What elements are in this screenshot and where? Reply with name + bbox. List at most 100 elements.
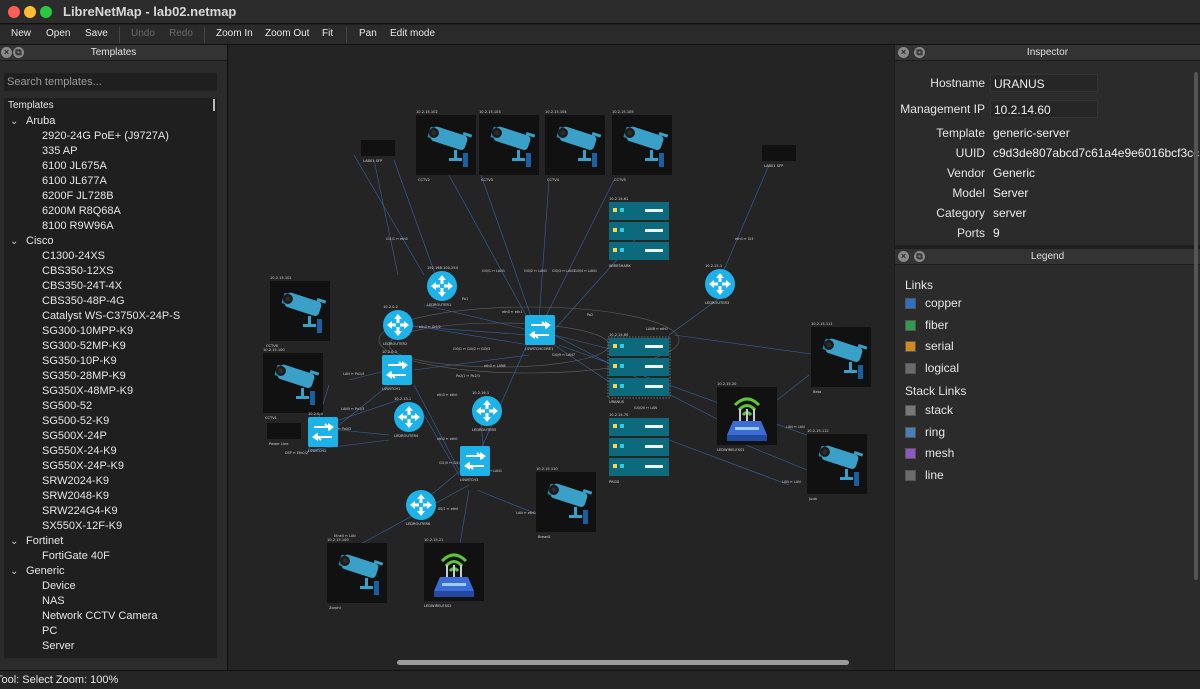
device-switch[interactable]: LSWITCH3: [459, 445, 491, 482]
inspector-field-input[interactable]: 10.2.14.60: [990, 100, 1098, 118]
chevron-down-icon[interactable]: ⌄: [10, 116, 26, 127]
device-router[interactable]: LEDROUTER6: [406, 490, 436, 526]
device-access-point[interactable]: 10.2.15.20 LEDWIRELESS1: [715, 382, 779, 452]
tree-item[interactable]: C1300-24XS: [42, 250, 105, 262]
tree-item[interactable]: 6200F JL728B: [42, 190, 114, 202]
tree-item[interactable]: 6200M R8Q68A: [42, 205, 121, 217]
tree-item[interactable]: 2920-24G PoE+ (J9727A): [42, 130, 169, 142]
tree-item[interactable]: Server: [42, 640, 74, 652]
tree-item[interactable]: 8100 R9W96A: [42, 220, 114, 232]
tree-item[interactable]: Device: [42, 580, 76, 592]
tree-group[interactable]: ⌄ Fortinet: [10, 535, 63, 547]
right-panel-scrollbar[interactable]: [1194, 72, 1198, 580]
undo-button[interactable]: Undo: [131, 28, 155, 39]
legend-label: copper: [925, 296, 962, 310]
svg-text:Gi0/9 ↔ LAN7: Gi0/9 ↔ LAN7: [552, 353, 575, 357]
network-map[interactable]: Gi1/1 ↔ eth0 Gi0/1 ↔ LAN1 Gi0/2 ↔ LAN1 G…: [229, 45, 894, 670]
zoom-in-button[interactable]: Zoom In: [216, 28, 253, 39]
device-router[interactable]: 192.168.100.254 LEDROUTER1: [427, 266, 459, 307]
chevron-down-icon[interactable]: ⌄: [10, 536, 26, 547]
tree-item[interactable]: PC: [42, 625, 57, 637]
window-close-button[interactable]: [8, 6, 20, 18]
search-templates-input[interactable]: [4, 73, 217, 91]
device-router[interactable]: 10.2.13.1 LEDROUTER4: [394, 397, 424, 438]
tree-item[interactable]: CBS350-12XS: [42, 265, 114, 277]
open-button[interactable]: Open: [46, 28, 70, 39]
device-camera[interactable]: 10.2.15.110 Bread1: [536, 467, 596, 539]
window-maximize-button[interactable]: [40, 6, 52, 18]
window-minimize-button[interactable]: [24, 6, 36, 18]
legend-panel: × ⧉ Legend Links copper fiber serial logica…: [895, 249, 1200, 670]
inspector-field-input[interactable]: URANUS: [990, 74, 1098, 92]
tree-item[interactable]: SG500X-24P: [42, 430, 107, 442]
tree-group[interactable]: ⌄ Aruba: [10, 115, 55, 127]
svg-text:Po1: Po1: [462, 297, 468, 301]
device-router[interactable]: 10.2.0.2 LEDROUTER2: [383, 305, 413, 346]
tree-item[interactable]: 6100 JL677A: [42, 175, 107, 187]
device-router[interactable]: 10.2.15.1 LEDROUTER3: [705, 264, 735, 305]
network-map-canvas[interactable]: Gi1/1 ↔ eth0 Gi0/1 ↔ LAN1 Gi0/2 ↔ LAN1 G…: [229, 45, 894, 670]
tree-item[interactable]: CBS350-24T-4X: [42, 280, 122, 292]
device-switch[interactable]: LSWITCHCORE1: [524, 314, 556, 351]
tree-group[interactable]: ⌄ Cisco: [10, 235, 54, 247]
inspector-field-label: Management IP: [900, 102, 985, 116]
svg-text:CCTV2: CCTV2: [418, 178, 430, 182]
tree-item[interactable]: SG500-52: [42, 400, 92, 412]
device-box[interactable]: LAB01 SFP: [361, 140, 395, 163]
chevron-down-icon[interactable]: ⌄: [10, 566, 26, 577]
device-camera[interactable]: 10.2.15.112 Juda: [807, 429, 867, 501]
tree-item[interactable]: CBS350-48P-4G: [42, 295, 125, 307]
device-camera[interactable]: 10.2.15.101 CCTV6: [266, 276, 330, 348]
tree-item[interactable]: SRW2048-K9: [42, 490, 109, 502]
redo-button[interactable]: Redo: [169, 28, 193, 39]
device-switch[interactable]: 10.2.0.3 LSWITCH1: [381, 350, 413, 391]
device-camera[interactable]: 10.2.15.109 Zorphi: [327, 538, 387, 610]
device-camera[interactable]: 10.2.15.105 CCTV5: [612, 110, 672, 182]
inspector-field-value: server: [993, 206, 1027, 220]
toolbar: New Open Save Undo Redo Zoom In Zoom Out…: [0, 25, 1200, 45]
tree-item[interactable]: SG500-52-K9: [42, 415, 109, 427]
zoom-out-button[interactable]: Zoom Out: [265, 28, 309, 39]
device-router[interactable]: 10.2.16.1 LEDROUTER5: [472, 391, 502, 432]
canvas-horizontal-scrollbar[interactable]: [397, 660, 849, 665]
device-server[interactable]: 10.2.14.61 WIRESHARK: [609, 197, 669, 268]
chevron-down-icon[interactable]: ⌄: [10, 236, 26, 247]
tree-item[interactable]: Catalyst WS-C3750X-24P-S: [42, 310, 180, 322]
device-box[interactable]: LAB01 SFP: [762, 145, 796, 168]
device-camera[interactable]: 10.2.15.100 CCTV1: [263, 348, 323, 420]
tree-item[interactable]: SG350X-48MP-K9: [42, 385, 133, 397]
tree-item[interactable]: SG550X-24-K9: [42, 445, 117, 457]
tree-item[interactable]: SG550X-24P-K9: [42, 460, 124, 472]
pan-button[interactable]: Pan: [359, 28, 377, 39]
title-bar: LibreNetMap - lab02.netmap: [0, 0, 1200, 24]
tree-scrollbar[interactable]: [213, 99, 215, 111]
device-camera[interactable]: 10.2.15.103 CCTV3: [479, 110, 539, 182]
tree-item[interactable]: SG350-28MP-K9: [42, 370, 126, 382]
svg-text:CCTV3: CCTV3: [481, 178, 493, 182]
tree-item[interactable]: SRW2024-K9: [42, 475, 109, 487]
device-camera[interactable]: 10.2.15.111 Beta: [811, 322, 871, 394]
legend-links-heading: Links: [905, 278, 934, 292]
device-server-selected[interactable]: 10.2.14.60 URANUS: [607, 333, 671, 404]
tree-item[interactable]: SX550X-12F-K9: [42, 520, 122, 532]
tree-item[interactable]: SRW224G4-K9: [42, 505, 118, 517]
tree-item[interactable]: SG300-52MP-K9: [42, 340, 126, 352]
save-button[interactable]: Save: [85, 28, 108, 39]
device-box[interactable]: Power Line: [267, 423, 301, 446]
tree-item[interactable]: FortiGate 40F: [42, 550, 110, 562]
tree-group[interactable]: ⌄ Generic: [10, 565, 65, 577]
device-camera[interactable]: 10.2.15.104 CCTV4: [545, 110, 605, 182]
tree-item[interactable]: SG300-10MPP-K9: [42, 325, 133, 337]
new-button[interactable]: New: [11, 28, 31, 39]
tree-item[interactable]: SG350-10P-K9: [42, 355, 117, 367]
device-switch[interactable]: 10.2.0.4 LSWITCH2: [307, 412, 339, 453]
device-server[interactable]: 10.2.14.70 PROD: [609, 413, 669, 484]
tree-item[interactable]: 6100 JL675A: [42, 160, 107, 172]
fit-button[interactable]: Fit: [322, 28, 333, 39]
tree-item[interactable]: NAS: [42, 595, 65, 607]
device-access-point[interactable]: 10.2.15.21 LEDWIRELESS2: [422, 538, 486, 608]
device-camera[interactable]: 10.2.15.102 CCTV2: [416, 110, 476, 182]
edit-mode-button[interactable]: Edit mode: [390, 28, 435, 39]
tree-item[interactable]: Network CCTV Camera: [42, 610, 158, 622]
tree-item[interactable]: 335 AP: [42, 145, 77, 157]
